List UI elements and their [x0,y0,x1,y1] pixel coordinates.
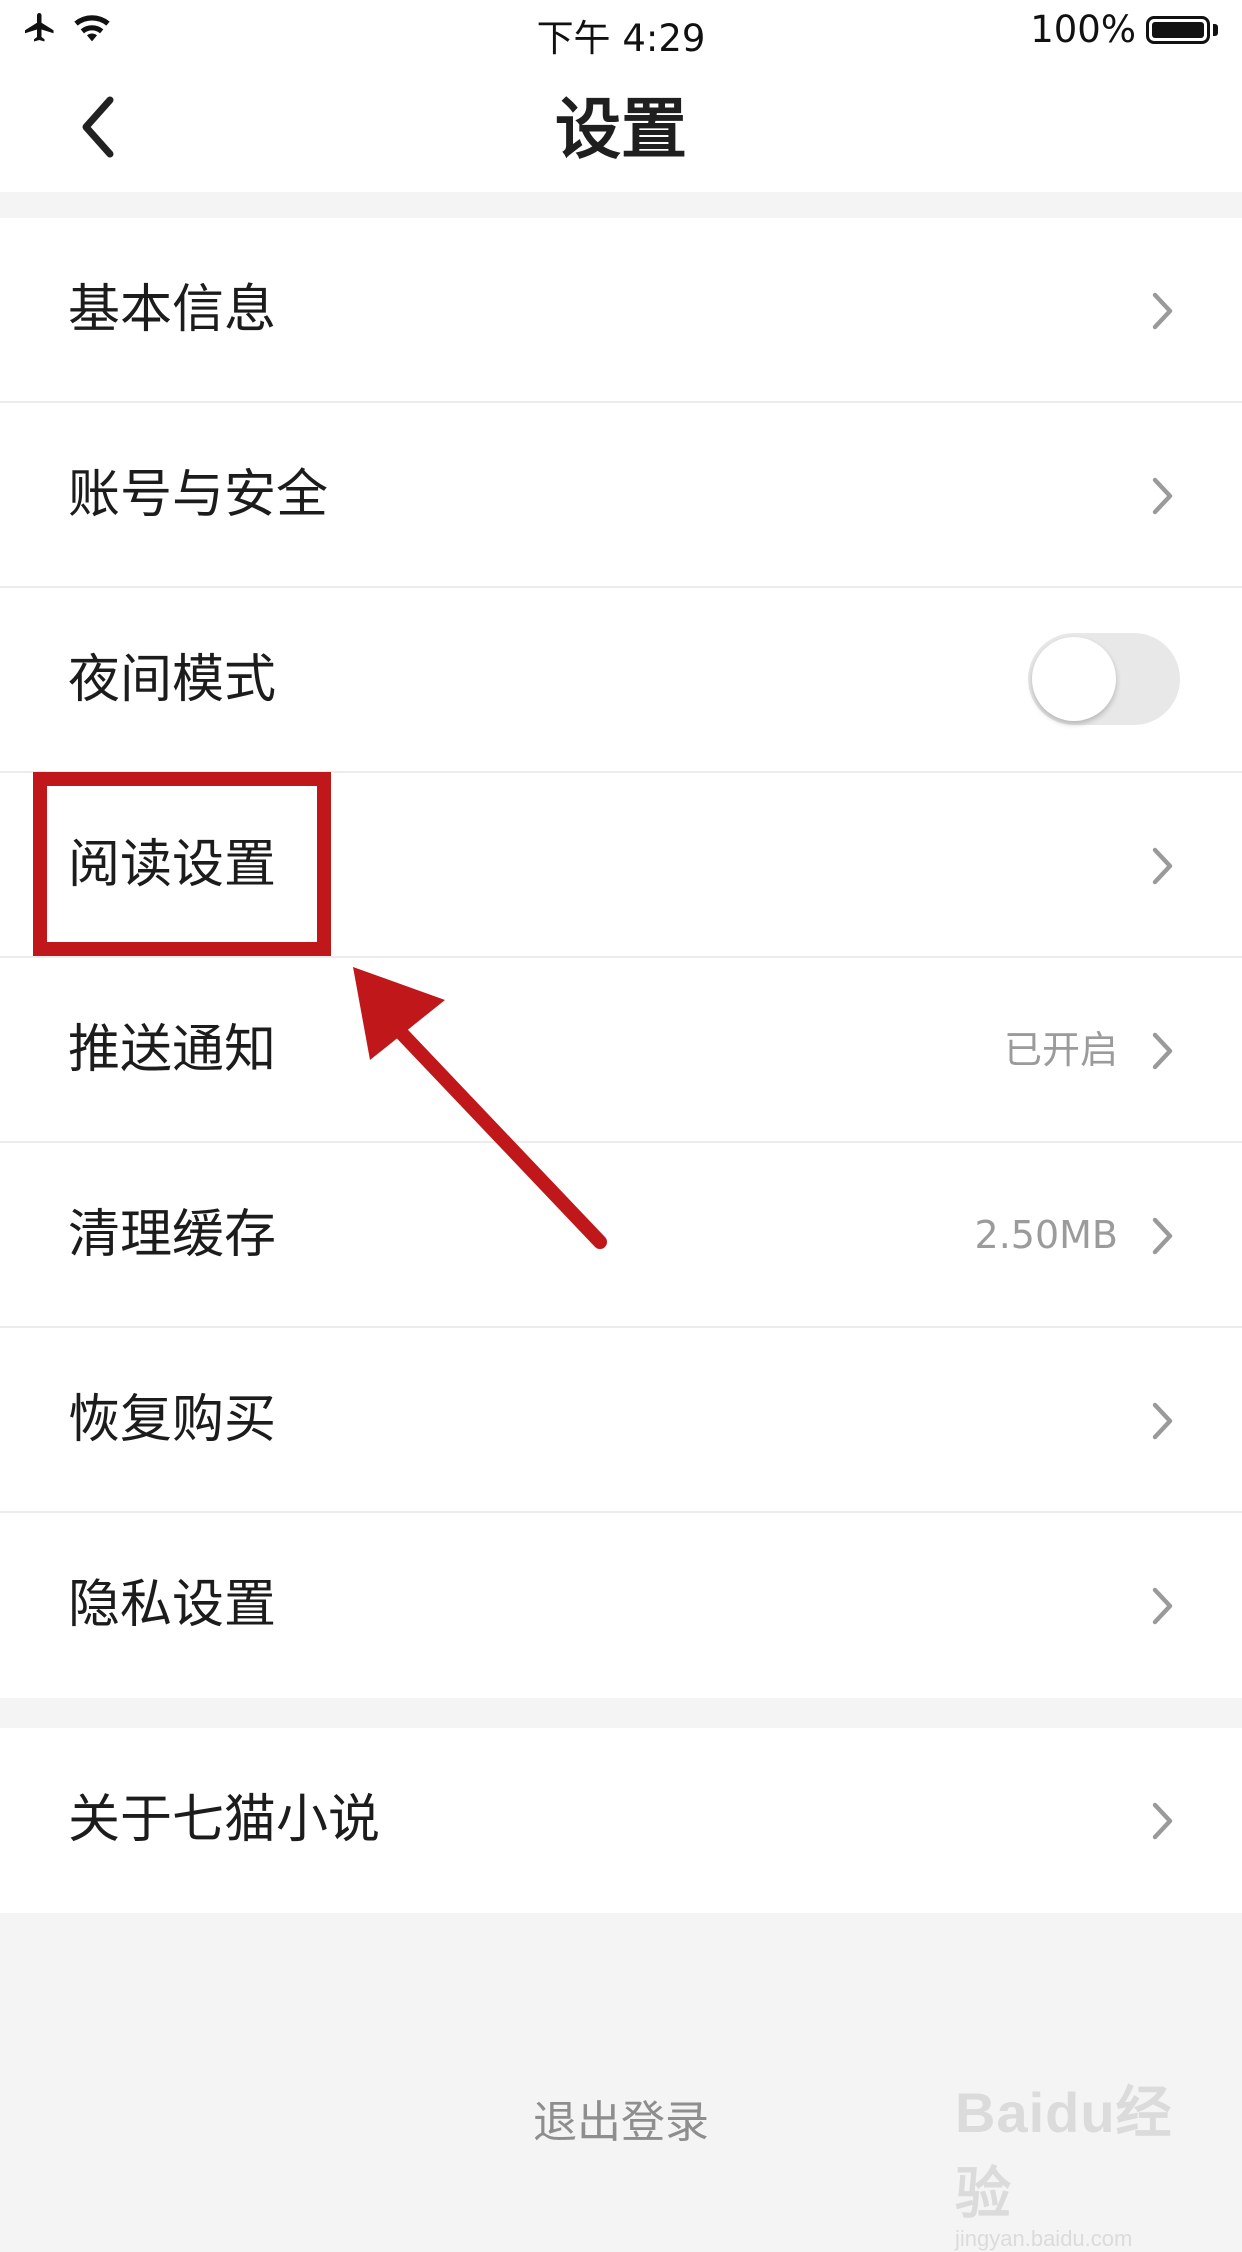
battery-cap [1213,23,1218,36]
chevron-right-icon [1152,477,1173,515]
row-label: 隐私设置 [68,1575,277,1635]
watermark-url: jingyan.baidu.com [955,2226,1133,2251]
chevron-right-icon [1152,1802,1173,1840]
chevron-right-icon [1152,1402,1173,1440]
status-right: 100% [1030,8,1218,51]
nav-bar: 设置 [0,62,1242,192]
row-value: 2.50MB [974,1213,1118,1257]
row-label: 关于七猫小说 [68,1790,381,1850]
baidu-watermark: Baidu经验 jingyan.baidu.com [955,2068,1205,2251]
row-value: 已开启 [1003,1028,1118,1072]
chevron-right-icon [1152,1587,1173,1625]
page-title: 设置 [555,90,687,168]
battery-icon [1146,15,1210,44]
row-label: 基本信息 [68,280,277,340]
row-label: 恢复购买 [68,1390,277,1450]
status-bar: 下午 4:29 100% [0,0,1242,62]
row-label: 清理缓存 [68,1205,277,1265]
chevron-right-icon [1152,847,1173,885]
settings-row-basic-info[interactable]: 基本信息 [0,218,1242,403]
night-mode-toggle[interactable] [1028,633,1180,725]
highlight-box [33,772,331,956]
battery-percent: 100% [1030,8,1136,51]
row-label: 账号与安全 [68,465,329,525]
settings-row-privacy-settings[interactable]: 隐私设置 [0,1513,1242,1698]
watermark-logo: Baidu经验 [955,2081,1173,2225]
row-label: 推送通知 [68,1020,277,1080]
chevron-right-icon [1152,1032,1173,1070]
settings-row-account-security[interactable]: 账号与安全 [0,403,1242,588]
annotation-arrow [353,967,607,1249]
chevron-right-icon [1152,292,1173,330]
settings-row-restore-purchases[interactable]: 恢复购买 [0,1328,1242,1513]
toggle-knob [1032,637,1116,721]
settings-group-main: 基本信息 账号与安全 夜间模式 阅读设置 推送通知 已开启 清理缓存 2.50M… [0,218,1242,1698]
settings-row-about[interactable]: 关于七猫小说 [0,1728,1242,1913]
settings-row-night-mode: 夜间模式 [0,588,1242,773]
chevron-right-icon [1152,1217,1173,1255]
row-label: 夜间模式 [68,650,277,710]
settings-group-about: 关于七猫小说 [0,1728,1242,1913]
